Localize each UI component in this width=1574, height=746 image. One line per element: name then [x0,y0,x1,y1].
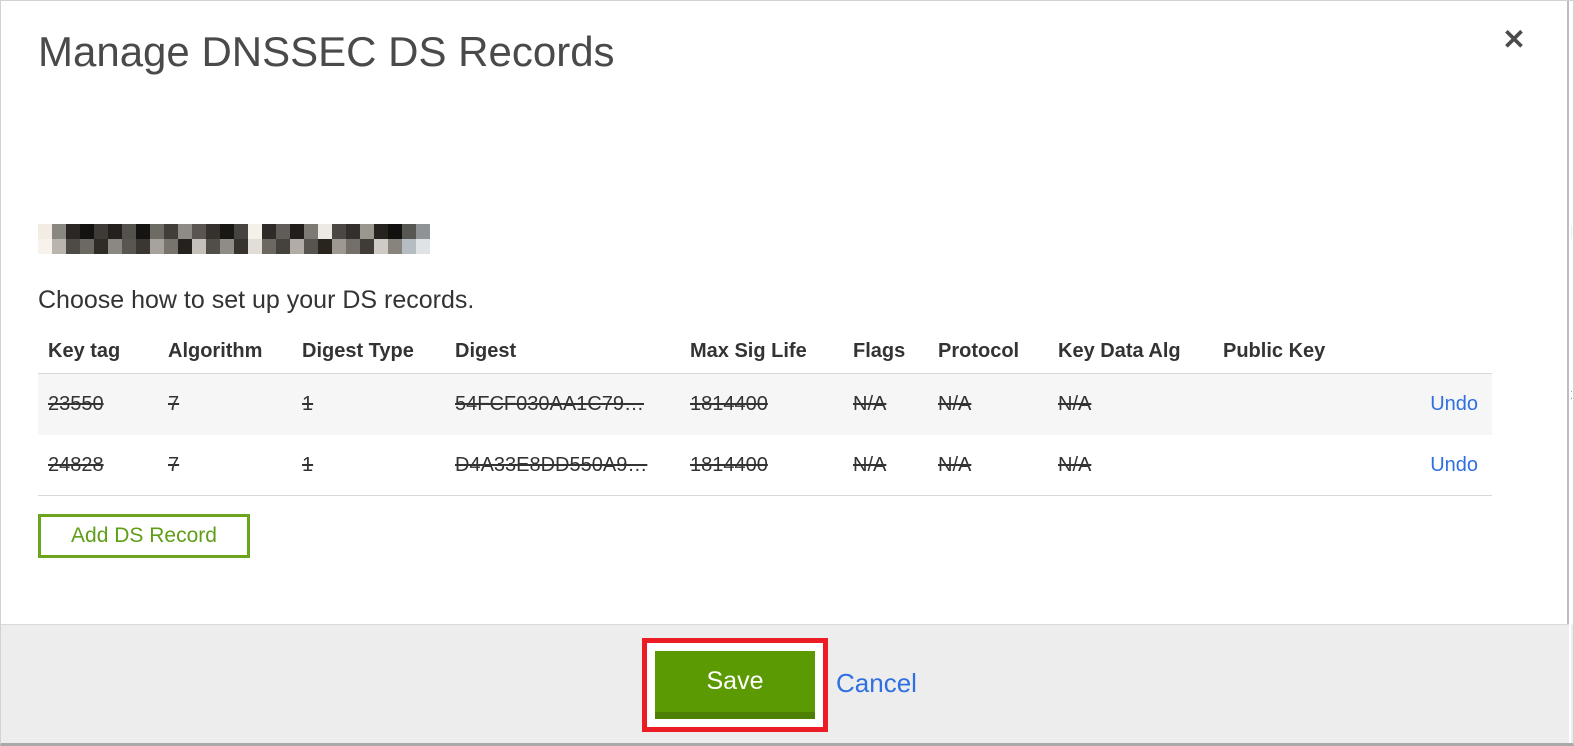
close-icon[interactable]: ✕ [1492,18,1536,62]
cell-max-sig-life: 1814400 [690,453,768,476]
cell-digest-type: 1 [302,393,314,415]
cell-max-sig-life: 1814400 [690,393,768,415]
cell-flags: N/A [853,393,887,415]
save-button[interactable]: Save [655,651,815,719]
col-header-key-tag: Key tag [48,340,121,362]
col-header-max-sig-life: Max Sig Life [690,340,807,362]
table-row: 23550 7 1 54FCF030AA1C79… 1814400 N/A N/… [38,373,1492,435]
cell-protocol: N/A [938,393,972,415]
col-header-digest-type: Digest Type [302,340,414,362]
cell-protocol: N/A [938,453,972,476]
cell-key-tag: 24828 [48,453,104,476]
cell-key-data-alg: N/A [1058,453,1092,476]
undo-link[interactable]: Undo [1430,393,1478,415]
cell-actions: Undo [1363,454,1492,477]
col-header-flags: Flags [853,340,906,362]
ds-records-table: Key tag Algorithm Digest Type Digest Max… [38,330,1492,496]
cell-digest: 54FCF030AA1C79… [455,393,644,415]
cell-flags: N/A [853,453,887,476]
add-ds-record-button[interactable]: Add DS Record [38,514,250,558]
page-title: Manage DNSSEC DS Records [38,28,615,75]
col-header-algorithm: Algorithm [168,340,263,362]
manage-dnssec-modal: Manage DNSSEC DS Records ✕ Choose how to… [0,0,1569,746]
cell-digest: D4A33E8DD550A9… [455,453,648,476]
col-header-key-data-alg: Key Data Alg [1058,340,1181,362]
table-row: 24828 7 1 D4A33E8DD550A9… 1814400 N/A N/… [38,435,1492,496]
cancel-link[interactable]: Cancel [836,668,917,699]
col-header-digest: Digest [455,340,517,362]
cell-key-tag: 23550 [48,393,104,415]
cell-actions: Undo [1363,393,1492,416]
cell-algorithm: 7 [168,393,180,415]
col-header-public-key: Public Key [1223,340,1326,362]
screenshot-stage: Manage DNSSEC DS Records ✕ Choose how to… [0,0,1574,746]
undo-link[interactable]: Undo [1430,454,1478,476]
cell-key-data-alg: N/A [1058,393,1092,415]
table-header-row: Key tag Algorithm Digest Type Digest Max… [38,330,1492,373]
cell-algorithm: 7 [168,453,180,476]
col-header-protocol: Protocol [938,340,1020,362]
annotation-highlight-box: Save [642,638,828,732]
modal-footer: Save Cancel [0,624,1569,746]
redacted-domain-name [38,224,430,254]
cell-digest-type: 1 [302,453,314,476]
subtitle-text: Choose how to set up your DS records. [38,286,475,314]
